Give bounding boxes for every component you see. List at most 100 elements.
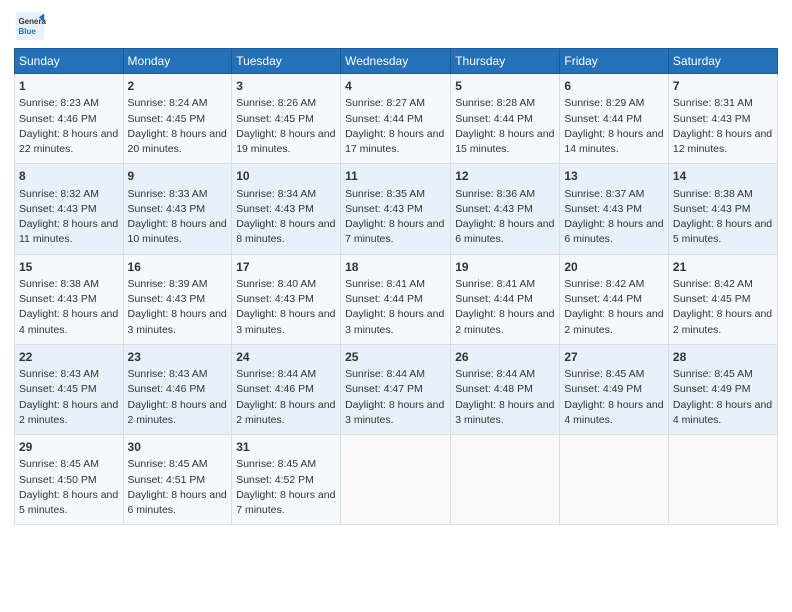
day-number: 29 (19, 439, 119, 456)
day-number: 6 (564, 78, 664, 95)
day-number: 19 (455, 259, 555, 276)
day-number: 31 (236, 439, 336, 456)
day-number: 3 (236, 78, 336, 95)
calendar-cell: 12 Sunrise: 8:36 AMSunset: 4:43 PMDayligh… (451, 164, 560, 254)
day-number: 17 (236, 259, 336, 276)
calendar-cell: 21Sunrise: 8:42 AMSunset: 4:45 PMDayligh… (668, 254, 777, 344)
calendar-cell: 18Sunrise: 8:41 AMSunset: 4:44 PMDayligh… (341, 254, 451, 344)
header-friday: Friday (560, 49, 669, 74)
calendar-cell: 10 Sunrise: 8:34 AMSunset: 4:43 PMDayligh… (232, 164, 341, 254)
cell-info: Sunrise: 8:45 AMSunset: 4:52 PMDaylight:… (236, 457, 336, 518)
header-sunday: Sunday (15, 49, 124, 74)
calendar-cell: 16Sunrise: 8:39 AMSunset: 4:43 PMDayligh… (123, 254, 232, 344)
cell-info: Sunrise: 8:39 AMSunset: 4:43 PMDaylight:… (128, 277, 228, 338)
day-number: 12 (455, 168, 555, 185)
calendar-cell: 31Sunrise: 8:45 AMSunset: 4:52 PMDayligh… (232, 435, 341, 525)
day-number: 27 (564, 349, 664, 366)
calendar-cell: 7Sunrise: 8:31 AMSunset: 4:43 PMDaylight… (668, 74, 777, 164)
calendar-cell: 23Sunrise: 8:43 AMSunset: 4:46 PMDayligh… (123, 344, 232, 434)
day-number: 2 (128, 78, 228, 95)
calendar-cell: 4Sunrise: 8:27 AMSunset: 4:44 PMDaylight… (341, 74, 451, 164)
calendar-cell: 2Sunrise: 8:24 AMSunset: 4:45 PMDaylight… (123, 74, 232, 164)
calendar-cell: 14Sunrise: 8:38 AMSunset: 4:43 PMDayligh… (668, 164, 777, 254)
cell-info: Sunrise: 8:24 AMSunset: 4:45 PMDaylight:… (128, 96, 228, 157)
cell-info: Sunrise: 8:44 AMSunset: 4:46 PMDaylight:… (236, 367, 336, 428)
day-number: 11 (345, 168, 446, 185)
day-number: 22 (19, 349, 119, 366)
calendar-cell: 11 Sunrise: 8:35 AMSunset: 4:43 PMDayligh… (341, 164, 451, 254)
calendar-cell: 8 Sunrise: 8:32 AMSunset: 4:43 PMDaylight… (15, 164, 124, 254)
day-number: 24 (236, 349, 336, 366)
calendar-cell (560, 435, 669, 525)
day-number: 25 (345, 349, 446, 366)
day-number: 7 (673, 78, 773, 95)
cell-info: Sunrise: 8:45 AMSunset: 4:50 PMDaylight:… (19, 457, 119, 518)
cell-info: Sunrise: 8:32 AMSunset: 4:43 PMDaylight:… (19, 187, 119, 248)
logo: General Blue (14, 10, 46, 42)
calendar-cell: 5Sunrise: 8:28 AMSunset: 4:44 PMDaylight… (451, 74, 560, 164)
cell-info: Sunrise: 8:27 AMSunset: 4:44 PMDaylight:… (345, 96, 446, 157)
week-row-3: 15Sunrise: 8:38 AMSunset: 4:43 PMDayligh… (15, 254, 778, 344)
day-number: 8 (19, 168, 119, 185)
calendar-cell: 1Sunrise: 8:23 AMSunset: 4:46 PMDaylight… (15, 74, 124, 164)
calendar-cell (341, 435, 451, 525)
cell-info: Sunrise: 8:45 AMSunset: 4:51 PMDaylight:… (128, 457, 228, 518)
cell-info: Sunrise: 8:37 AMSunset: 4:43 PMDaylight:… (564, 187, 664, 248)
cell-info: Sunrise: 8:44 AMSunset: 4:48 PMDaylight:… (455, 367, 555, 428)
day-number: 10 (236, 168, 336, 185)
calendar-cell: 6Sunrise: 8:29 AMSunset: 4:44 PMDaylight… (560, 74, 669, 164)
calendar-cell: 17Sunrise: 8:40 AMSunset: 4:43 PMDayligh… (232, 254, 341, 344)
cell-info: Sunrise: 8:29 AMSunset: 4:44 PMDaylight:… (564, 96, 664, 157)
calendar-header-row: SundayMondayTuesdayWednesdayThursdayFrid… (15, 49, 778, 74)
day-number: 20 (564, 259, 664, 276)
day-number: 26 (455, 349, 555, 366)
cell-info: Sunrise: 8:33 AMSunset: 4:43 PMDaylight:… (128, 187, 228, 248)
calendar-cell: 13 Sunrise: 8:37 AMSunset: 4:43 PMDayligh… (560, 164, 669, 254)
cell-info: Sunrise: 8:31 AMSunset: 4:43 PMDaylight:… (673, 96, 773, 157)
day-number: 13 (564, 168, 664, 185)
cell-info: Sunrise: 8:44 AMSunset: 4:47 PMDaylight:… (345, 367, 446, 428)
week-row-2: 8 Sunrise: 8:32 AMSunset: 4:43 PMDaylight… (15, 164, 778, 254)
cell-info: Sunrise: 8:36 AMSunset: 4:43 PMDaylight:… (455, 187, 555, 248)
day-number: 1 (19, 78, 119, 95)
cell-info: Sunrise: 8:45 AMSunset: 4:49 PMDaylight:… (564, 367, 664, 428)
calendar-cell: 24Sunrise: 8:44 AMSunset: 4:46 PMDayligh… (232, 344, 341, 434)
calendar-cell (451, 435, 560, 525)
cell-info: Sunrise: 8:35 AMSunset: 4:43 PMDaylight:… (345, 187, 446, 248)
cell-info: Sunrise: 8:41 AMSunset: 4:44 PMDaylight:… (455, 277, 555, 338)
week-row-1: 1Sunrise: 8:23 AMSunset: 4:46 PMDaylight… (15, 74, 778, 164)
cell-info: Sunrise: 8:34 AMSunset: 4:43 PMDaylight:… (236, 187, 336, 248)
calendar-cell: 3Sunrise: 8:26 AMSunset: 4:45 PMDaylight… (232, 74, 341, 164)
calendar-cell: 30Sunrise: 8:45 AMSunset: 4:51 PMDayligh… (123, 435, 232, 525)
day-number: 21 (673, 259, 773, 276)
day-number: 16 (128, 259, 228, 276)
cell-info: Sunrise: 8:41 AMSunset: 4:44 PMDaylight:… (345, 277, 446, 338)
header-monday: Monday (123, 49, 232, 74)
day-number: 18 (345, 259, 446, 276)
week-row-5: 29Sunrise: 8:45 AMSunset: 4:50 PMDayligh… (15, 435, 778, 525)
calendar-cell: 29Sunrise: 8:45 AMSunset: 4:50 PMDayligh… (15, 435, 124, 525)
calendar-cell: 25Sunrise: 8:44 AMSunset: 4:47 PMDayligh… (341, 344, 451, 434)
day-number: 9 (128, 168, 228, 185)
cell-info: Sunrise: 8:26 AMSunset: 4:45 PMDaylight:… (236, 96, 336, 157)
calendar-cell: 15Sunrise: 8:38 AMSunset: 4:43 PMDayligh… (15, 254, 124, 344)
day-number: 4 (345, 78, 446, 95)
day-number: 30 (128, 439, 228, 456)
day-number: 23 (128, 349, 228, 366)
calendar-table: SundayMondayTuesdayWednesdayThursdayFrid… (14, 48, 778, 525)
cell-info: Sunrise: 8:38 AMSunset: 4:43 PMDaylight:… (673, 187, 773, 248)
cell-info: Sunrise: 8:42 AMSunset: 4:44 PMDaylight:… (564, 277, 664, 338)
header-thursday: Thursday (451, 49, 560, 74)
header-saturday: Saturday (668, 49, 777, 74)
calendar-cell (668, 435, 777, 525)
header: General Blue (14, 10, 778, 42)
cell-info: Sunrise: 8:28 AMSunset: 4:44 PMDaylight:… (455, 96, 555, 157)
calendar-cell: 26Sunrise: 8:44 AMSunset: 4:48 PMDayligh… (451, 344, 560, 434)
calendar-cell: 22Sunrise: 8:43 AMSunset: 4:45 PMDayligh… (15, 344, 124, 434)
week-row-4: 22Sunrise: 8:43 AMSunset: 4:45 PMDayligh… (15, 344, 778, 434)
logo-icon: General Blue (14, 10, 46, 42)
calendar-cell: 19Sunrise: 8:41 AMSunset: 4:44 PMDayligh… (451, 254, 560, 344)
cell-info: Sunrise: 8:40 AMSunset: 4:43 PMDaylight:… (236, 277, 336, 338)
calendar-cell: 9 Sunrise: 8:33 AMSunset: 4:43 PMDaylight… (123, 164, 232, 254)
calendar-cell: 27Sunrise: 8:45 AMSunset: 4:49 PMDayligh… (560, 344, 669, 434)
